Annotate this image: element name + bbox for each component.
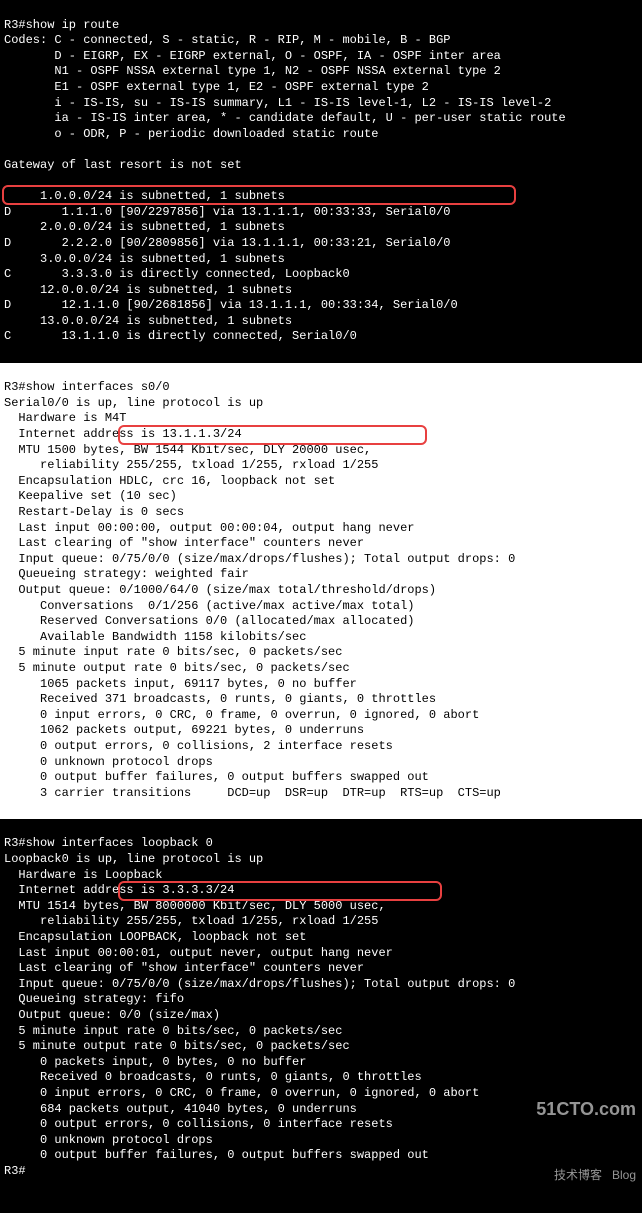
terminal-panel-loopback: R3#show interfaces loopback 0 Loopback0 … xyxy=(0,819,642,1213)
watermark-main: 51CTO.com xyxy=(536,1098,636,1121)
gateway-line: Gateway of last resort is not set xyxy=(4,158,242,172)
route-codes: Codes: C - connected, S - static, R - RI… xyxy=(4,33,566,141)
watermark-sub: 技术博客 Blog xyxy=(536,1168,636,1184)
cli-prompt: R3#show interfaces loopback 0 xyxy=(4,836,213,850)
cli-prompt: R3#show interfaces s0/0 xyxy=(4,380,170,394)
loopback-interface-output: Loopback0 is up, line protocol is up Har… xyxy=(4,852,515,1162)
cli-end-prompt: R3# xyxy=(4,1164,26,1178)
cli-prompt: R3#show ip route xyxy=(4,18,119,32)
terminal-panel-route: R3#show ip route Codes: C - connected, S… xyxy=(0,0,642,363)
route-table: 1.0.0.0/24 is subnetted, 1 subnets D 1.1… xyxy=(4,189,458,343)
watermark: 51CTO.com 技术博客 Blog xyxy=(536,1051,636,1207)
serial-interface-output: Serial0/0 is up, line protocol is up Har… xyxy=(4,396,515,800)
terminal-panel-serial: R3#show interfaces s0/0 Serial0/0 is up,… xyxy=(0,363,642,819)
